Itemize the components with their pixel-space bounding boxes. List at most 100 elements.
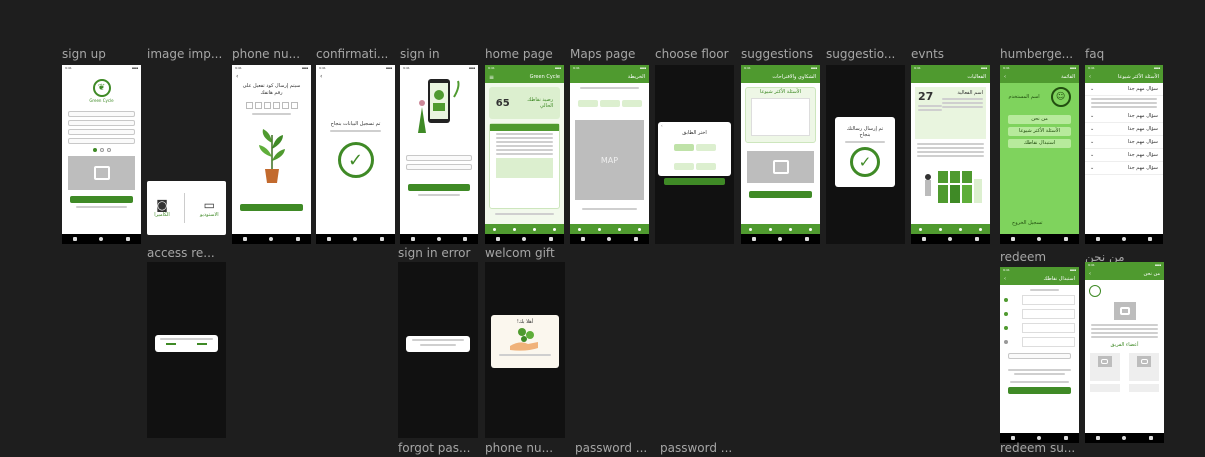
avatar-icon[interactable]: ☺ (1050, 87, 1071, 107)
send-code-button[interactable] (240, 204, 303, 211)
frame-label-suggestions[interactable]: suggestions (741, 47, 813, 61)
sign-up-button[interactable] (70, 196, 133, 203)
password-field[interactable] (406, 164, 472, 170)
about-image (1113, 302, 1136, 320)
frame-label-redeem[interactable]: redeem (1000, 250, 1046, 264)
frame-label-hamburger[interactable]: humberge... (1000, 47, 1073, 61)
gallery-option[interactable]: ▭ الاستوديو (200, 198, 219, 218)
points-input[interactable] (1008, 353, 1071, 359)
frame-access-request[interactable] (147, 262, 226, 438)
frame-label-choose-floor[interactable]: choose floor (655, 47, 729, 61)
floor-dialog[interactable]: ‹ اختر الطابق (658, 122, 731, 185)
map-area[interactable]: MAP (575, 120, 644, 200)
event-card[interactable]: 27 اسم الفعالية (915, 87, 986, 139)
gift-dialog: أهلا بك! (491, 315, 559, 368)
frame-label-password-1[interactable]: password ... (575, 441, 647, 455)
frame-label-suggestions-2[interactable]: suggestio... (826, 47, 895, 61)
menu-item-faq[interactable]: الأسئلة الأكثر شيوعا (1008, 127, 1071, 136)
faq-item[interactable]: سؤال مهم جدا ⌄ (1085, 136, 1163, 149)
frame-about-us[interactable]: 9:41 ▪▪▪ ‹ من نحن أعضاء الفريق (1085, 262, 1164, 443)
frame-label-phone-number[interactable]: phone nu... (232, 47, 300, 61)
frame-label-sign-in[interactable]: sign in (400, 47, 440, 61)
frame-label-home-page[interactable]: home page (485, 47, 553, 61)
suggestions-header: الشكاوي والاقتراحات (772, 74, 816, 80)
frame-sign-in[interactable]: 9:41 ▪▪▪ (400, 65, 478, 244)
attach-image-placeholder[interactable] (747, 151, 814, 183)
frame-welcome-gift[interactable]: أهلا بك! (485, 262, 565, 438)
frame-confirmation[interactable]: 9:41 ▪▪▪ ‹ تم تسجيل البيانات بنجاح ✓ (316, 65, 395, 244)
frame-choose-floor[interactable]: ‹ اختر الطابق (655, 65, 734, 244)
frame-suggestions[interactable]: 9:41 ▪▪▪ الشكاوي والاقتراحات الأسئلة الأك… (741, 65, 820, 244)
frame-events[interactable]: 9:41 ▪▪▪ الفعاليات 27 اسم الفعالية (911, 65, 990, 244)
confirm-password-field[interactable] (68, 138, 135, 144)
forgot-password-link[interactable] (418, 194, 460, 196)
frame-suggestions-2[interactable]: تم إرسال رسالتك بنجاح ✓ (826, 65, 905, 244)
faq-item[interactable]: سؤال مهم جدا ⌄ (1085, 149, 1163, 162)
frame-label-maps-page[interactable]: Maps page (570, 47, 635, 61)
frame-redeem[interactable]: 9:41 ▪▪▪ ‹ استبدال نقاطك (1000, 267, 1079, 443)
password-field[interactable] (68, 129, 135, 135)
frame-label-welcome-gift[interactable]: welcom gift (485, 246, 555, 260)
message-textarea[interactable] (751, 98, 810, 136)
recycling-bins-illustration (911, 163, 990, 207)
redeem-button[interactable] (1008, 387, 1071, 394)
frame-image-import[interactable]: ◙ الكاميرا ▭ الاستوديو (147, 181, 226, 235)
design-canvas: sign up image imp... phone nu... confirm… (0, 0, 1205, 457)
frame-label-forgot-password[interactable]: forgot pas... (398, 441, 470, 455)
frame-label-redeem-success[interactable]: redeem su... (1000, 441, 1075, 455)
faq-item[interactable]: سؤال مهم جدا ⌄ (1085, 162, 1163, 175)
frame-faq[interactable]: 9:41 ▪▪▪ ‹ الأسئلة الأكثر شيوعا سؤال مهم ج… (1085, 65, 1163, 244)
back-arrow-icon[interactable]: ‹ (232, 71, 311, 82)
sign-in-button[interactable] (408, 184, 470, 191)
bottom-tab-bar[interactable] (485, 224, 564, 234)
back-arrow-icon[interactable]: ‹ (316, 71, 395, 82)
frame-label-image-import[interactable]: image imp... (147, 47, 222, 61)
frame-label-confirmation[interactable]: confirmati... (316, 47, 388, 61)
frame-label-phone-number-2[interactable]: phone nu... (485, 441, 553, 455)
reward-option[interactable] (1004, 323, 1075, 333)
frame-phone-number[interactable]: 9:41 ▪▪▪ ‹ سيتم إرسال كود تفعيل على رقم ه… (232, 65, 311, 244)
frame-label-events[interactable]: evnts (911, 47, 944, 61)
menu-item-redeem[interactable]: استبدال نقاطك (1008, 139, 1071, 148)
frame-label-access-request[interactable]: access re... (147, 246, 215, 260)
frame-label-sign-in-error[interactable]: sign in error (398, 246, 470, 260)
bottom-tab-bar[interactable] (911, 224, 990, 234)
frame-label-faq[interactable]: faq (1085, 47, 1104, 61)
send-suggestion-button[interactable] (749, 191, 812, 198)
error-dialog[interactable] (406, 336, 470, 352)
frame-label-password-2[interactable]: password ... (660, 441, 732, 455)
reward-option[interactable] (1004, 337, 1075, 347)
profile-image-placeholder[interactable] (68, 156, 135, 190)
email-field[interactable] (68, 120, 135, 126)
filter-chips[interactable] (570, 93, 649, 112)
frame-label-sign-up[interactable]: sign up (62, 47, 106, 61)
gender-radios[interactable] (62, 148, 141, 152)
frame-home-page[interactable]: 9:41 ▪▪▪ ≡ Green Cycle 65 رصيد نقاطك الحال… (485, 65, 564, 244)
email-field[interactable] (406, 155, 472, 161)
faq-item[interactable]: سؤال مهم جدا ⌄ (1085, 123, 1163, 136)
camera-option[interactable]: ◙ الكاميرا (154, 198, 170, 218)
frame-maps-page[interactable]: 9:41 ▪▪▪ الخريطة MAP (570, 65, 649, 244)
suggestion-form[interactable]: الأسئلة الأكثر شيوعا (745, 87, 816, 143)
faq-item[interactable]: سؤال مهم جدا ⌄ (1085, 83, 1163, 96)
frame-sign-up[interactable]: 9:41 ▪▪▪ ❦ Green Cycle (62, 65, 141, 244)
permission-dialog[interactable] (155, 335, 218, 352)
frame-sign-in-error[interactable] (398, 262, 478, 438)
reward-option[interactable] (1004, 295, 1075, 305)
logout-link[interactable]: تسجيل الخروج (1012, 220, 1043, 226)
resend-link[interactable] (252, 113, 291, 115)
frame-hamburger[interactable]: 9:41 ▪▪▪ ‹ القائمة اسم المستخدم ☺ من نحن ا… (1000, 65, 1079, 244)
back-arrow-icon[interactable]: ‹ (658, 122, 731, 129)
faq-shortcut[interactable]: الأسئلة الأكثر شيوعا (746, 88, 815, 96)
confirm-floor-button[interactable] (664, 178, 725, 185)
hamburger-icon[interactable]: ≡ (489, 74, 494, 81)
code-inputs[interactable] (232, 102, 311, 109)
bottom-tab-bar[interactable] (570, 224, 649, 234)
reward-option[interactable] (1004, 309, 1075, 319)
bottom-tab-bar[interactable] (741, 224, 820, 234)
history-link[interactable] (495, 213, 554, 215)
faq-item[interactable]: سؤال مهم جدا ⌄ (1085, 110, 1163, 123)
menu-item-about[interactable]: من نحن (1008, 115, 1071, 124)
name-field[interactable] (68, 111, 135, 117)
login-link[interactable] (76, 206, 127, 208)
